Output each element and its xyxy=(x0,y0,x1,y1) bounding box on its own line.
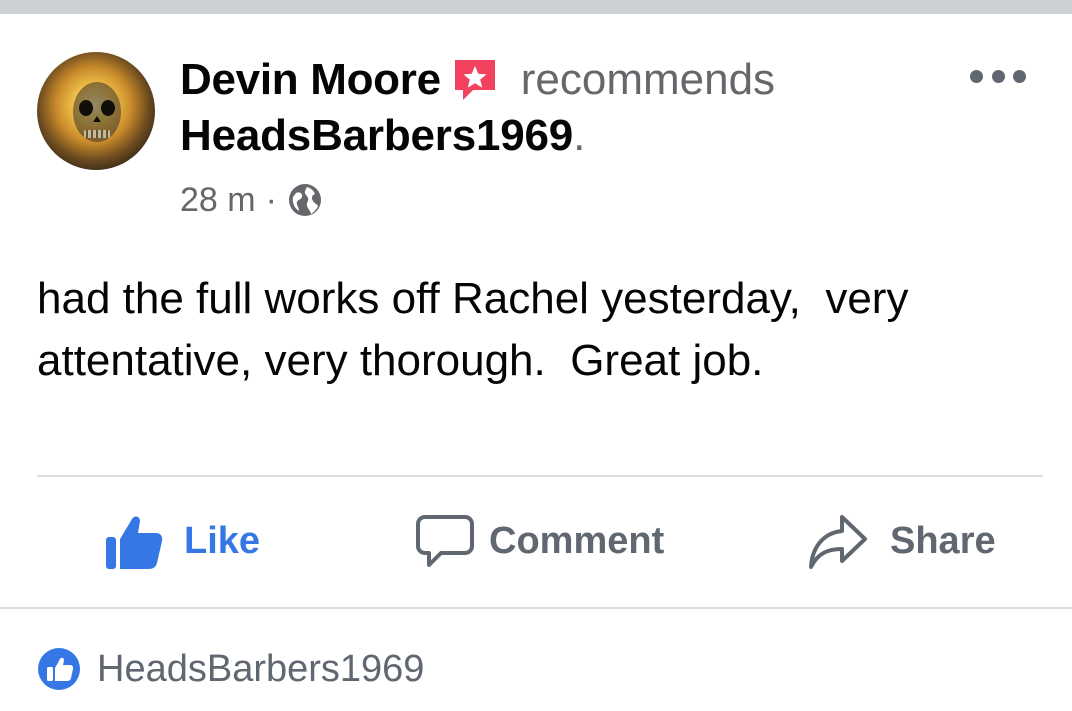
more-options-icon[interactable] xyxy=(970,62,1026,90)
author-name[interactable]: Devin Moore xyxy=(180,55,441,105)
share-label: Share xyxy=(890,519,996,562)
like-button[interactable]: Like xyxy=(104,508,260,574)
top-bar xyxy=(0,0,1072,14)
recommended-page-line: HeadsBarbers1969. xyxy=(180,110,585,162)
more-dot xyxy=(1013,69,1026,83)
post-text: had the full works off Rachel yesterday,… xyxy=(37,274,921,385)
reaction-page-name[interactable]: HeadsBarbers1969 xyxy=(97,648,424,691)
share-button[interactable]: Share xyxy=(808,508,996,574)
divider xyxy=(0,607,1072,609)
like-label: Like xyxy=(184,519,261,562)
page-name-period: . xyxy=(573,111,586,160)
more-dot xyxy=(991,69,1005,83)
recommend-star-icon xyxy=(451,56,499,104)
reaction-summary[interactable]: HeadsBarbers1969 xyxy=(37,646,424,692)
recommends-text: recommends xyxy=(520,55,776,104)
like-reaction-icon xyxy=(38,648,80,690)
comment-icon xyxy=(416,515,474,567)
skull-avatar-image xyxy=(73,82,121,142)
post-meta: 28 m · xyxy=(180,178,323,222)
globe-icon[interactable] xyxy=(287,182,323,218)
avatar[interactable] xyxy=(37,52,155,170)
thumbs-up-icon xyxy=(106,516,163,569)
post-timestamp[interactable]: 28 m xyxy=(180,181,256,220)
post-header: Devin Moore recommends xyxy=(180,54,775,106)
share-arrow-icon xyxy=(809,515,867,569)
comment-button[interactable]: Comment xyxy=(415,508,664,574)
divider xyxy=(37,475,1043,477)
more-dot xyxy=(970,69,983,83)
comment-label: Comment xyxy=(489,519,665,562)
meta-separator: · xyxy=(265,180,277,219)
recommended-page-name[interactable]: HeadsBarbers1969 xyxy=(180,111,573,161)
